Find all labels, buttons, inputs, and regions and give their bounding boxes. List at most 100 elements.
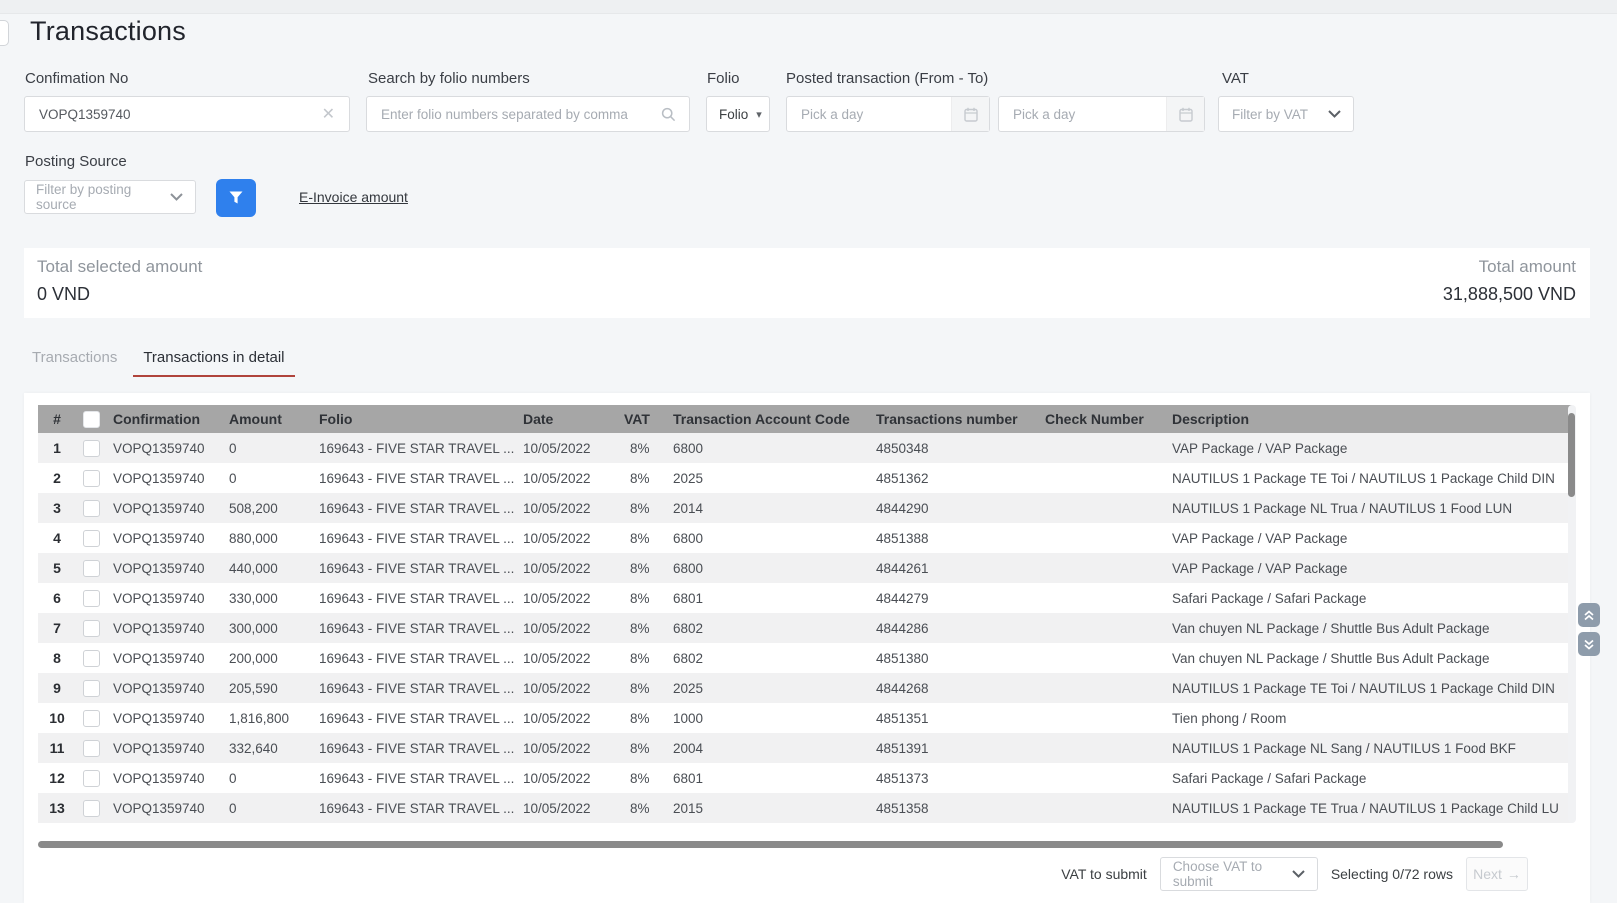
col-header-index: #	[38, 411, 76, 427]
cell-folio: 169643 - FIVE STAR TRAVEL ...	[312, 681, 516, 696]
folio-select-value: Folio	[719, 107, 748, 122]
row-checkbox[interactable]	[83, 680, 100, 697]
posting-source-select[interactable]: Filter by posting source	[24, 180, 196, 214]
cell-confirmation: VOPQ1359740	[106, 651, 222, 666]
cell-folio: 169643 - FIVE STAR TRAVEL ...	[312, 441, 516, 456]
collapsed-panel-edge-button[interactable]	[0, 20, 9, 46]
folio-search-input[interactable]	[367, 107, 648, 122]
row-checkbox[interactable]	[83, 440, 100, 457]
cell-transactions-number: 4851388	[869, 531, 1038, 546]
scroll-to-top-button[interactable]	[1578, 603, 1600, 627]
top-strip	[0, 0, 1617, 14]
date-from-input[interactable]	[787, 107, 951, 122]
choose-vat-select[interactable]: Choose VAT to submit	[1160, 857, 1318, 891]
cell-date: 10/05/2022	[516, 801, 617, 816]
confirmation-input[interactable]	[25, 107, 308, 122]
cell-transactions-number: 4851351	[869, 711, 1038, 726]
row-checkbox-cell	[76, 620, 106, 637]
col-header-folio: Folio	[312, 411, 516, 427]
vat-filter-select[interactable]: Filter by VAT	[1218, 96, 1354, 132]
total-amount-label: Total amount	[1443, 257, 1576, 277]
cell-amount: 440,000	[222, 561, 312, 576]
cell-account-code: 6801	[666, 591, 869, 606]
row-checkbox[interactable]	[83, 500, 100, 517]
cell-date: 10/05/2022	[516, 711, 617, 726]
cell-date: 10/05/2022	[516, 771, 617, 786]
cell-description: NAUTILUS 1 Package NL Trua / NAUTILUS 1 …	[1165, 501, 1572, 516]
date-to-field[interactable]	[998, 96, 1205, 132]
einvoice-amount-link[interactable]: E-Invoice amount	[299, 189, 408, 205]
cell-amount: 332,640	[222, 741, 312, 756]
table-row: 2VOPQ13597400169643 - FIVE STAR TRAVEL .…	[38, 463, 1572, 493]
table-row: 12VOPQ13597400169643 - FIVE STAR TRAVEL …	[38, 763, 1572, 793]
cell-amount: 880,000	[222, 531, 312, 546]
next-button[interactable]: Next →	[1466, 857, 1528, 891]
posting-source-placeholder: Filter by posting source	[36, 182, 170, 212]
col-header-amount: Amount	[222, 411, 312, 427]
cell-vat: 8%	[617, 651, 666, 666]
clear-confirmation-icon[interactable]: ✕	[308, 104, 349, 124]
date-to-input[interactable]	[999, 107, 1166, 122]
vertical-scrollbar-thumb[interactable]	[1568, 413, 1575, 497]
cell-amount: 300,000	[222, 621, 312, 636]
vat-label: VAT	[1222, 70, 1249, 87]
cell-vat: 8%	[617, 441, 666, 456]
calendar-icon	[951, 97, 989, 131]
cell-description: NAUTILUS 1 Package TE Toi / NAUTILUS 1 P…	[1165, 471, 1572, 486]
row-checkbox[interactable]	[83, 650, 100, 667]
row-checkbox[interactable]	[83, 470, 100, 487]
table-header-row: # Confirmation Amount Folio Date VAT Tra…	[38, 405, 1572, 433]
cell-description: VAP Package / VAP Package	[1165, 561, 1572, 576]
total-selected-value: 0 VND	[37, 284, 202, 305]
apply-filter-button[interactable]	[216, 179, 256, 217]
scroll-to-bottom-button[interactable]	[1578, 632, 1600, 656]
row-checkbox[interactable]	[83, 740, 100, 757]
row-checkbox[interactable]	[83, 560, 100, 577]
cell-description: Safari Package / Safari Package	[1165, 771, 1572, 786]
row-checkbox-cell	[76, 710, 106, 727]
row-index: 10	[38, 710, 76, 726]
col-header-confirmation: Confirmation	[106, 411, 222, 427]
row-checkbox-cell	[76, 680, 106, 697]
row-checkbox[interactable]	[83, 590, 100, 607]
page-title: Transactions	[30, 16, 186, 47]
vat-to-submit-label: VAT to submit	[1061, 866, 1147, 882]
cell-confirmation: VOPQ1359740	[106, 501, 222, 516]
horizontal-scrollbar-thumb[interactable]	[38, 841, 1503, 848]
cell-transactions-number: 4851358	[869, 801, 1038, 816]
cell-date: 10/05/2022	[516, 681, 617, 696]
row-checkbox-cell	[76, 800, 106, 817]
posted-transaction-label: Posted transaction (From - To)	[786, 70, 988, 87]
folio-select[interactable]: Folio ▾	[706, 96, 770, 132]
tab-transactions[interactable]: Transactions	[32, 349, 117, 377]
tab-transactions-in-detail[interactable]: Transactions in detail	[133, 349, 294, 377]
table-row: 1VOPQ13597400169643 - FIVE STAR TRAVEL .…	[38, 433, 1572, 463]
row-checkbox[interactable]	[83, 620, 100, 637]
cell-description: Van chuyen NL Package / Shuttle Bus Adul…	[1165, 651, 1572, 666]
row-checkbox[interactable]	[83, 530, 100, 547]
next-button-label: Next	[1473, 866, 1502, 882]
cell-amount: 508,200	[222, 501, 312, 516]
cell-account-code: 6802	[666, 621, 869, 636]
table-row: 7VOPQ1359740300,000169643 - FIVE STAR TR…	[38, 613, 1572, 643]
totals-card: Total selected amount 0 VND Total amount…	[24, 248, 1590, 318]
col-header-check-number: Check Number	[1038, 411, 1165, 427]
cell-confirmation: VOPQ1359740	[106, 531, 222, 546]
cell-account-code: 6801	[666, 771, 869, 786]
cell-confirmation: VOPQ1359740	[106, 681, 222, 696]
cell-vat: 8%	[617, 621, 666, 636]
cell-folio: 169643 - FIVE STAR TRAVEL ...	[312, 651, 516, 666]
row-checkbox[interactable]	[83, 710, 100, 727]
cell-account-code: 6800	[666, 441, 869, 456]
row-checkbox[interactable]	[83, 770, 100, 787]
cell-confirmation: VOPQ1359740	[106, 771, 222, 786]
row-index: 5	[38, 560, 76, 576]
select-all-checkbox[interactable]	[83, 411, 100, 428]
row-index: 13	[38, 800, 76, 816]
cell-folio: 169643 - FIVE STAR TRAVEL ...	[312, 801, 516, 816]
cell-transactions-number: 4844268	[869, 681, 1038, 696]
row-checkbox[interactable]	[83, 800, 100, 817]
date-from-field[interactable]	[786, 96, 990, 132]
chevron-down-icon	[1328, 110, 1353, 118]
row-checkbox-cell	[76, 560, 106, 577]
